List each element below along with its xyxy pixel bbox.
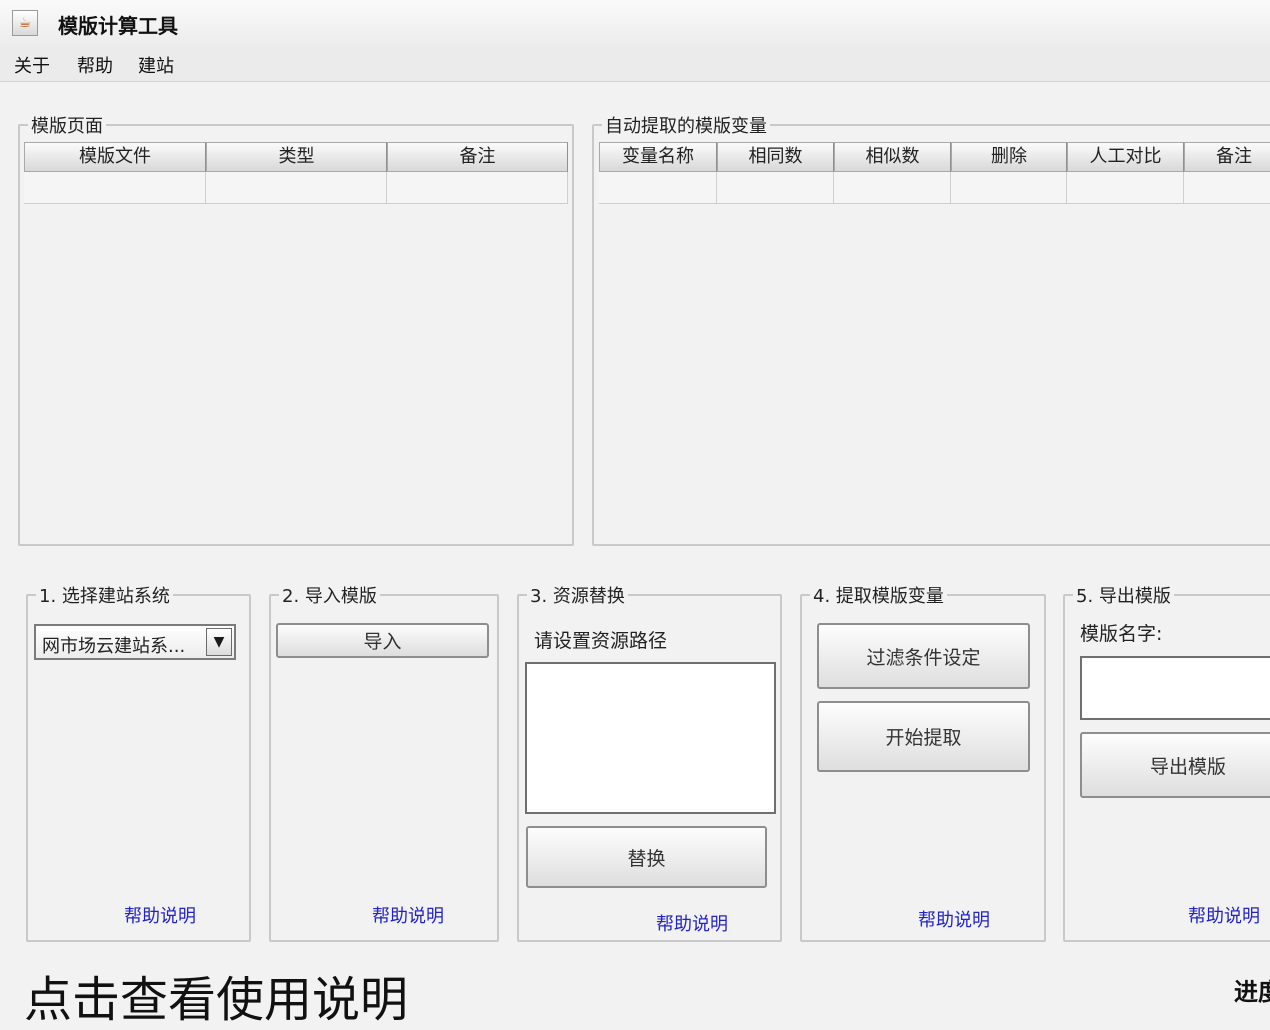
table-cell — [387, 172, 568, 204]
step1-help-link[interactable]: 帮助说明 — [124, 902, 196, 928]
template-panel-title: 模版页面 — [28, 112, 106, 138]
col-delete[interactable]: 删除 — [951, 142, 1067, 172]
table-cell — [951, 172, 1067, 204]
table-row[interactable] — [24, 172, 568, 204]
table-cell — [206, 172, 387, 204]
menu-help[interactable]: 帮助 — [77, 52, 113, 78]
step2-title: 2. 导入模版 — [279, 582, 380, 608]
start-extract-button[interactable]: 开始提取 — [817, 701, 1030, 772]
progress-label: 进度 — [1234, 978, 1270, 1006]
table-row[interactable] — [599, 172, 1270, 204]
window-title: 模版计算工具 — [58, 14, 178, 38]
table-cell — [717, 172, 834, 204]
java-cup-icon: ☕ — [12, 10, 38, 36]
template-table-header: 模版文件 类型 备注 — [24, 142, 568, 172]
col-same-count[interactable]: 相同数 — [717, 142, 834, 172]
step4-title: 4. 提取模版变量 — [810, 582, 947, 608]
step5-help-link[interactable]: 帮助说明 — [1188, 902, 1260, 928]
variables-table-header: 变量名称 相同数 相似数 删除 人工对比 备注 — [599, 142, 1270, 172]
table-cell — [1184, 172, 1270, 204]
step3-help-link[interactable]: 帮助说明 — [656, 910, 728, 936]
table-cell — [834, 172, 951, 204]
site-system-select[interactable]: 网市场云建站系... ▼ — [34, 624, 236, 660]
filter-settings-button[interactable]: 过滤条件设定 — [817, 623, 1030, 689]
export-template-button[interactable]: 导出模版 — [1080, 732, 1270, 798]
import-button[interactable]: 导入 — [276, 623, 489, 658]
resource-path-label: 请设置资源路径 — [534, 630, 668, 652]
step1-title: 1. 选择建站系统 — [36, 582, 173, 608]
template-name-label: 模版名字: — [1080, 623, 1163, 645]
col-remark[interactable]: 备注 — [387, 142, 568, 172]
table-cell — [24, 172, 206, 204]
chevron-down-icon[interactable]: ▼ — [206, 628, 232, 656]
menu-about[interactable]: 关于 — [14, 52, 50, 78]
resource-path-input[interactable] — [525, 662, 776, 814]
col-template-file[interactable]: 模版文件 — [24, 142, 206, 172]
site-system-value: 网市场云建站系... — [42, 636, 186, 657]
table-cell — [599, 172, 717, 204]
menu-site[interactable]: 建站 — [138, 52, 174, 78]
col-manual-compare[interactable]: 人工对比 — [1067, 142, 1184, 172]
col-similar-count[interactable]: 相似数 — [834, 142, 951, 172]
replace-button[interactable]: 替换 — [526, 826, 767, 888]
variables-panel-title: 自动提取的模版变量 — [602, 112, 770, 138]
col-type[interactable]: 类型 — [206, 142, 387, 172]
col-variable-name[interactable]: 变量名称 — [599, 142, 717, 172]
col-var-remark[interactable]: 备注 — [1184, 142, 1270, 172]
menu-bar: 关于 帮助 建站 — [0, 46, 1270, 82]
step5-title: 5. 导出模版 — [1073, 582, 1174, 608]
table-cell — [1067, 172, 1184, 204]
title-bar: ☕ 模版计算工具 — [0, 0, 1270, 46]
usage-help-link[interactable]: 点击查看使用说明 — [24, 960, 408, 1030]
step3-title: 3. 资源替换 — [527, 582, 628, 608]
template-name-input[interactable] — [1080, 656, 1270, 720]
step2-help-link[interactable]: 帮助说明 — [372, 902, 444, 928]
step4-help-link[interactable]: 帮助说明 — [918, 906, 990, 932]
